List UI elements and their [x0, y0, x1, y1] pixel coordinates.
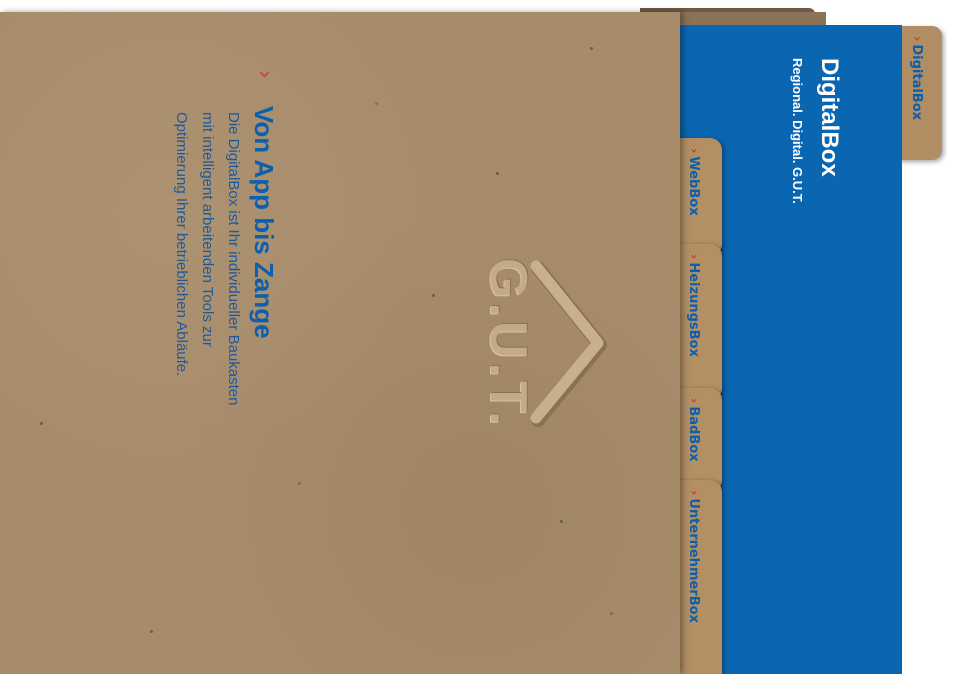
tab-badbox-label: BadBox: [686, 406, 701, 462]
tab-webbox[interactable]: › WebBox: [676, 138, 722, 256]
gut-logo-text: G.U.T.: [479, 258, 537, 430]
chevron-right-icon: ›: [252, 70, 277, 79]
chevron-right-icon: ›: [686, 148, 701, 154]
tab-heizungsbox[interactable]: › HeizungsBox: [676, 244, 722, 400]
brand-subtitle: Regional. Digital. G.U.T.: [790, 58, 805, 204]
content-headline: Von App bis Zange: [249, 106, 279, 339]
tab-webbox-label: WebBox: [686, 156, 701, 216]
chevron-right-icon: ›: [686, 490, 701, 496]
tab-digitalbox[interactable]: ›DigitalBox: [898, 26, 942, 160]
content-description: Die DigitalBox ist Ihr individueller Bau…: [173, 112, 242, 406]
chevron-right-icon: ›: [909, 36, 924, 42]
chevron-right-icon: ›: [686, 254, 701, 260]
brand-title: DigitalBox: [816, 58, 843, 177]
tab-digitalbox-label: ›DigitalBox: [909, 36, 924, 121]
tab-unternehmerbox[interactable]: › UnternehmerBox: [676, 480, 722, 674]
chevron-right-icon: ›: [686, 398, 701, 404]
tab-heizungsbox-label: HeizungsBox: [686, 262, 701, 357]
tab-badbox[interactable]: › BadBox: [676, 388, 722, 492]
tab-unternehmerbox-label: UnternehmerBox: [686, 498, 701, 623]
